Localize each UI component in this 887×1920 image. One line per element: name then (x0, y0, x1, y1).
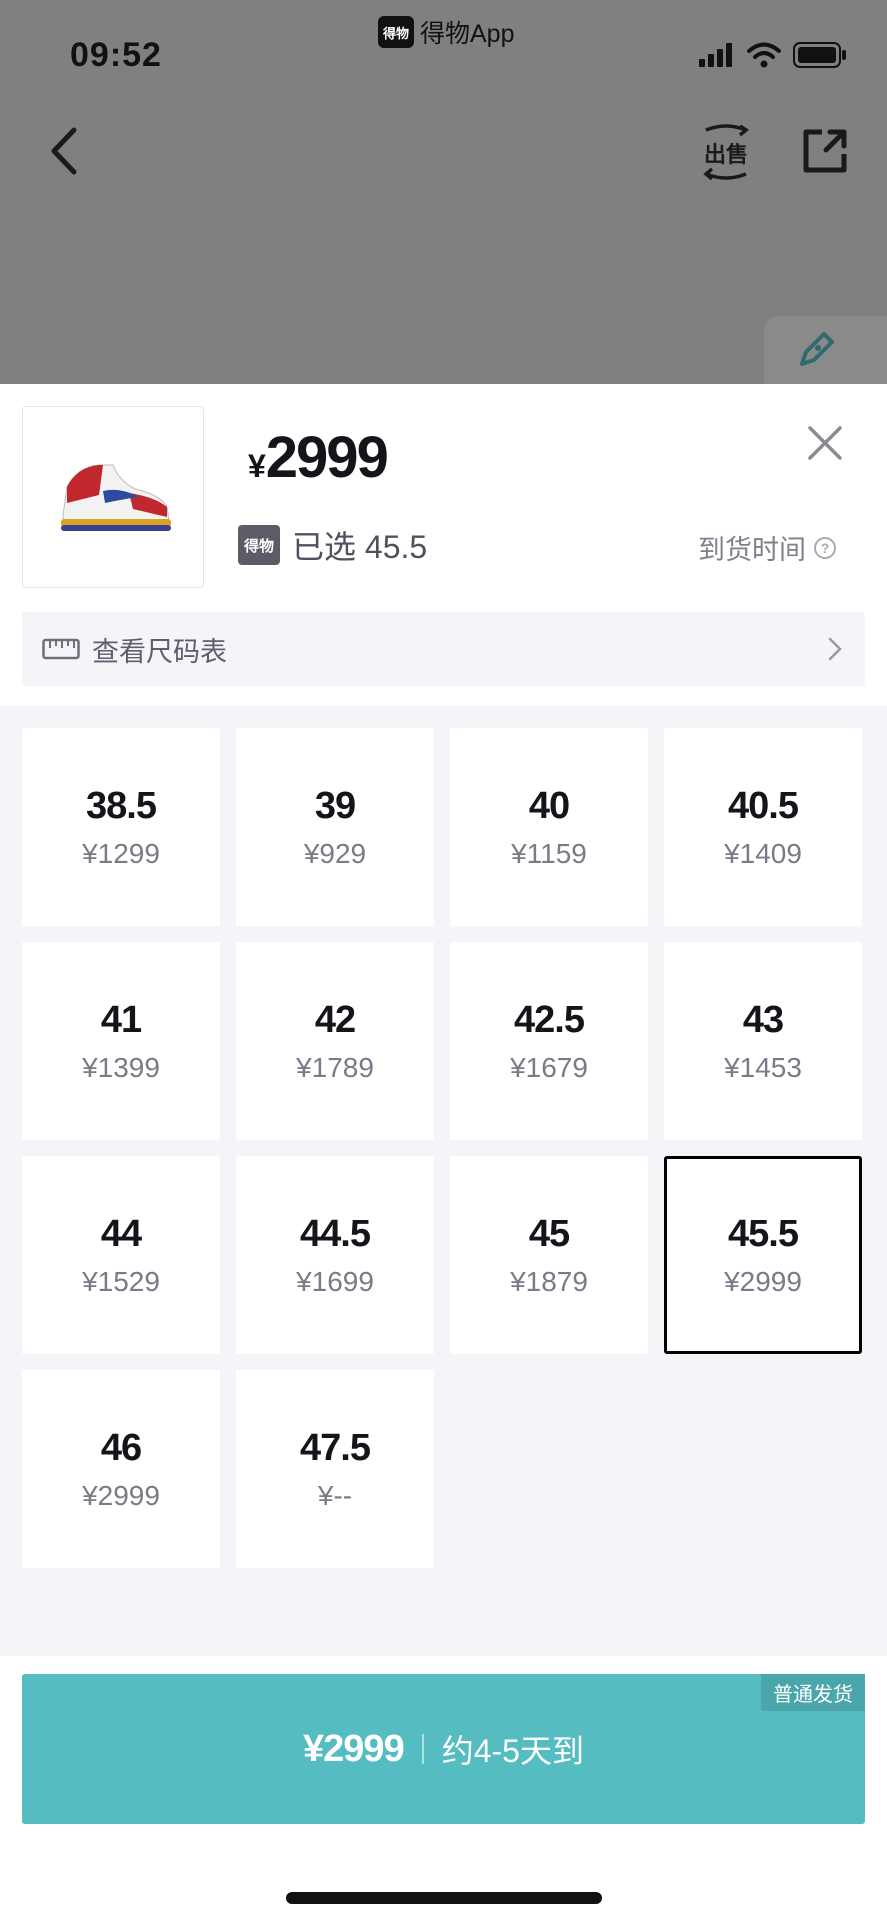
wifi-icon (747, 42, 781, 68)
size-price: ¥2999 (724, 1265, 802, 1297)
pen-icon (800, 332, 834, 366)
external-share-icon[interactable] (800, 126, 850, 176)
brand-badge-icon: 得物 (238, 525, 280, 565)
ruler-icon (42, 638, 80, 660)
size-price: ¥1409 (724, 837, 802, 869)
close-icon[interactable] (800, 418, 850, 468)
arrival-time-link[interactable]: 到货时间 ? (698, 528, 836, 567)
product-price: ¥2999 (248, 424, 389, 491)
size-price: ¥1699 (296, 1265, 374, 1297)
size-option[interactable]: 40 ¥1159 (450, 728, 648, 926)
size-label: 42.5 (514, 998, 585, 1041)
buy-eta: 约4-5天到 (441, 1733, 584, 1769)
size-price: ¥929 (303, 837, 367, 869)
app-indicator: 得物 得物App (378, 14, 514, 50)
app-name: 得物App (420, 20, 515, 48)
size-label: 42 (314, 998, 356, 1041)
size-option[interactable]: 44.5 ¥1699 (236, 1156, 434, 1354)
size-option[interactable]: 39 ¥929 (236, 728, 434, 926)
size-price: ¥1679 (510, 1051, 588, 1083)
buy-price: ¥2999 (303, 1727, 405, 1770)
home-indicator[interactable] (286, 1892, 602, 1904)
size-option[interactable]: 41 ¥1399 (22, 942, 220, 1140)
help-icon: ? (814, 536, 836, 559)
pen-tab[interactable] (764, 316, 887, 384)
size-price: ¥1399 (82, 1051, 160, 1083)
size-option[interactable]: 46 ¥2999 (22, 1370, 220, 1568)
size-option[interactable]: 43 ¥1453 (664, 942, 862, 1140)
size-label: 39 (314, 784, 356, 827)
size-label: 45 (528, 1212, 570, 1255)
size-price: ¥1529 (82, 1265, 160, 1297)
currency-symbol: ¥ (248, 448, 266, 484)
size-label: 40.5 (728, 784, 799, 827)
product-thumbnail[interactable] (22, 406, 204, 588)
size-option[interactable]: 42.5 ¥1679 (450, 942, 648, 1140)
size-label: 41 (100, 998, 142, 1041)
size-option[interactable]: 47.5 ¥-- (236, 1370, 434, 1568)
chevron-left-icon[interactable] (44, 126, 84, 176)
size-label: 47.5 (300, 1426, 371, 1469)
chevron-right-icon (828, 637, 842, 661)
price-value: 2999 (265, 425, 389, 490)
size-option[interactable]: 40.5 ¥1409 (664, 728, 862, 926)
shipping-tag: 普通发货 (761, 1674, 865, 1711)
signal-icon (699, 43, 732, 67)
size-option[interactable]: 45 ¥1879 (450, 1156, 648, 1354)
size-label: 44.5 (300, 1212, 371, 1255)
size-grid: 38.5 ¥1299 39 ¥929 40 ¥1159 40.5 ¥1409 4… (0, 706, 887, 1656)
size-label: 46 (100, 1426, 142, 1469)
size-price: ¥1789 (296, 1051, 374, 1083)
buy-button[interactable]: ¥2999 约4-5天到 普通发货 (22, 1674, 865, 1824)
size-label: 45.5 (728, 1212, 799, 1255)
sell-button[interactable]: 出售 (700, 124, 752, 181)
size-label: 40 (528, 784, 570, 827)
status-icons (699, 42, 847, 68)
sell-icon: 出售 (703, 124, 749, 181)
size-option[interactable]: 38.5 ¥1299 (22, 728, 220, 926)
size-option[interactable]: 42 ¥1789 (236, 942, 434, 1140)
size-option[interactable]: 44 ¥1529 (22, 1156, 220, 1354)
buy-divider (421, 1734, 424, 1764)
size-price: ¥1299 (82, 837, 160, 869)
size-price: ¥1159 (511, 837, 587, 869)
size-option-selected[interactable]: 45.5 ¥2999 (664, 1156, 862, 1354)
size-chart-link[interactable]: 查看尺码表 (22, 612, 865, 686)
size-price: ¥1879 (510, 1265, 588, 1297)
size-price: ¥1453 (724, 1051, 802, 1083)
battery-icon (793, 42, 846, 68)
app-badge-icon: 得物 (378, 16, 414, 48)
selected-size-text: 已选 45.5 (292, 529, 428, 565)
sell-label: 出售 (704, 142, 748, 168)
size-selection-sheet: ¥2999 得物 已选 45.5 到货时间 ? 查看尺码表 38.5 ¥1299… (0, 384, 887, 1920)
selected-size-row: 得物 已选 45.5 (238, 522, 427, 568)
size-label: 44 (100, 1212, 142, 1255)
status-bar: 09:52 得物 得物App (0, 0, 887, 100)
status-time: 09:52 (70, 36, 162, 74)
size-price: ¥-- (317, 1479, 353, 1511)
arrival-time-label: 到货时间 (698, 535, 806, 565)
sneaker-image (61, 464, 171, 531)
size-chart-label: 查看尺码表 (92, 636, 227, 667)
size-label: 43 (742, 998, 784, 1041)
size-label: 38.5 (86, 784, 157, 827)
size-price: ¥2999 (82, 1479, 160, 1511)
